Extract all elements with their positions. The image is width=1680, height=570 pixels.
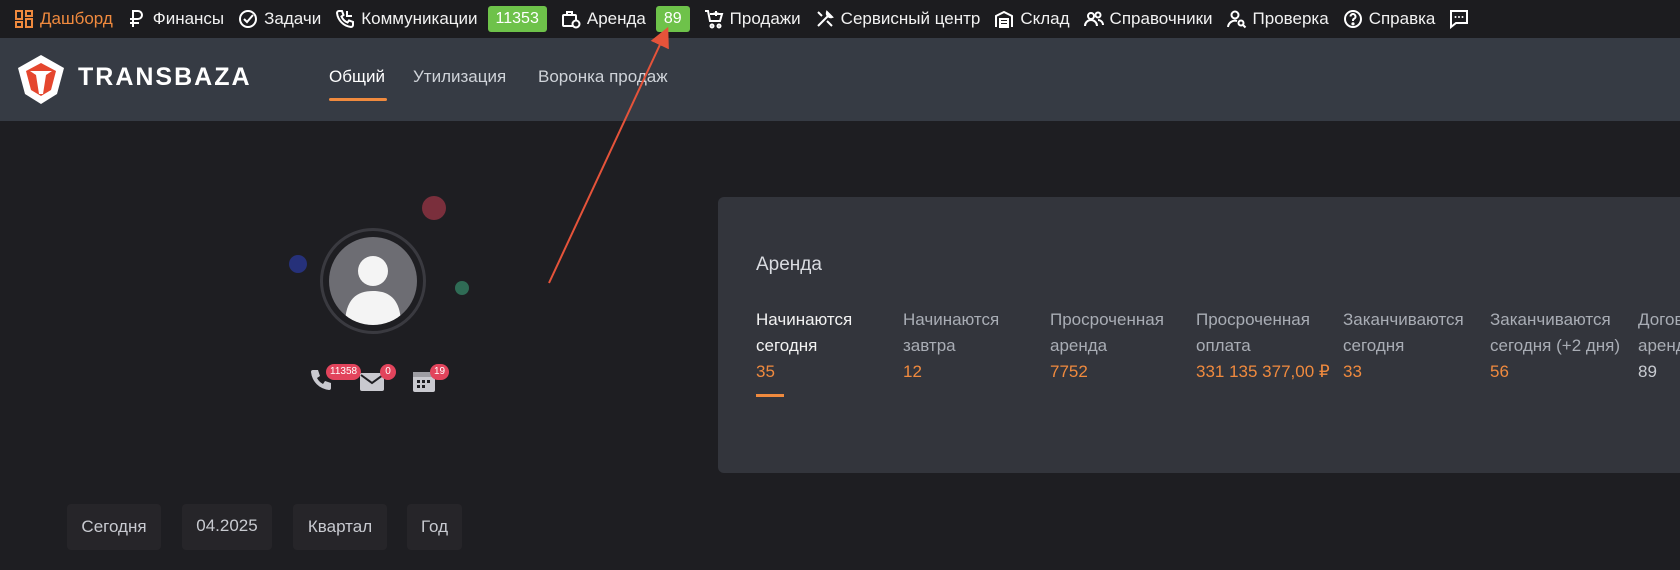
stat-label: Начинаются завтра xyxy=(903,310,1000,355)
nav-service-center[interactable]: Сервисный центр xyxy=(815,0,995,38)
stat-label: Начинаются сегодня xyxy=(756,310,853,355)
stat-starting-today[interactable]: Начинаются сегодня 35 xyxy=(756,307,902,385)
nav-label: Проверка xyxy=(1252,9,1329,28)
communications-count-badge: 11353 xyxy=(487,6,547,32)
warehouse-icon xyxy=(994,9,1014,29)
nav-label: Продажи xyxy=(729,9,801,28)
active-tab-indicator xyxy=(329,98,387,101)
user-silhouette-icon xyxy=(345,256,401,325)
nav-sales[interactable]: Продажи xyxy=(704,0,815,38)
dashboard-icon xyxy=(14,9,34,29)
help-circle-icon xyxy=(1343,9,1363,29)
nav-communications[interactable]: Коммуникации 11353 xyxy=(335,0,561,38)
active-stat-indicator xyxy=(756,394,784,397)
nav-label: Сервисный центр xyxy=(840,9,981,28)
stat-overdue-payment[interactable]: Просроченная оплата 331 135 377,00 ₽ xyxy=(1196,307,1346,385)
nav-help[interactable]: Справка xyxy=(1343,0,1450,38)
period-year-button[interactable]: Год xyxy=(407,504,462,550)
nav-dashboard[interactable]: Дашборд xyxy=(14,0,127,38)
period-quarter-button[interactable]: Квартал xyxy=(293,504,387,550)
nav-label: Коммуникации xyxy=(361,9,478,28)
check-circle-icon xyxy=(238,9,258,29)
nav-verification[interactable]: Проверка xyxy=(1226,0,1343,38)
nav-rental[interactable]: Аренда 89 xyxy=(561,0,704,38)
stat-contracts[interactable]: Догов аренд 89 xyxy=(1638,307,1680,385)
tab-sales-funnel[interactable]: Воронка продаж xyxy=(538,67,668,87)
brand-bar: TRANSBAZA Общий Утилизация Воронка прода… xyxy=(0,38,1680,121)
nav-chat[interactable] xyxy=(1449,0,1489,38)
stat-value: 7752 xyxy=(1050,362,1088,381)
stat-overdue-rental[interactable]: Просроченная аренда 7752 xyxy=(1050,307,1196,385)
stat-value: 33 xyxy=(1343,362,1362,381)
stat-starting-tomorrow[interactable]: Начинаются завтра 12 xyxy=(903,307,1049,385)
stat-ending-today-plus-2[interactable]: Заканчиваются сегодня (+2 дня) 56 xyxy=(1490,307,1640,385)
decorative-dot-green xyxy=(455,281,469,295)
top-navigation: Дашборд Финансы Задачи Коммуникации 1135… xyxy=(0,0,1680,38)
phone-call-icon xyxy=(335,9,355,29)
stat-value: 56 xyxy=(1490,362,1509,381)
period-today-button[interactable]: Сегодня xyxy=(67,504,161,550)
decorative-dot-red xyxy=(422,196,446,220)
calls-count-badge: 11358 xyxy=(326,364,362,380)
cart-icon xyxy=(704,9,724,29)
rental-count-badge: 89 xyxy=(655,6,690,32)
tab-general[interactable]: Общий xyxy=(329,67,385,87)
stat-value: 331 135 377,00 ₽ xyxy=(1196,362,1330,381)
nav-directories[interactable]: Справочники xyxy=(1083,0,1227,38)
user-search-icon xyxy=(1226,9,1247,29)
nav-label: Задачи xyxy=(264,9,322,28)
nav-label: Дашборд xyxy=(40,9,113,28)
chat-icon xyxy=(1449,9,1469,29)
transbaza-logo-icon[interactable] xyxy=(14,52,68,106)
nav-label: Аренда xyxy=(586,9,646,28)
stat-label: Просроченная оплата xyxy=(1196,310,1310,355)
ruble-icon xyxy=(127,9,147,29)
avatar[interactable] xyxy=(329,237,417,325)
briefcase-clock-icon xyxy=(561,9,581,29)
rental-summary-card: Аренда Начинаются сегодня 35 Начинаются … xyxy=(718,197,1680,473)
stat-label: Догов аренд xyxy=(1638,310,1680,355)
nav-warehouse[interactable]: Склад xyxy=(994,0,1083,38)
tab-utilization[interactable]: Утилизация xyxy=(413,67,506,87)
nav-tasks[interactable]: Задачи xyxy=(238,0,335,38)
stat-label: Заканчиваются сегодня (+2 дня) xyxy=(1490,310,1621,355)
card-title: Аренда xyxy=(756,254,822,275)
nav-label: Справка xyxy=(1368,9,1436,28)
nav-label: Склад xyxy=(1020,9,1070,28)
logo-text: TRANSBAZA xyxy=(78,63,252,91)
nav-label: Справочники xyxy=(1109,9,1213,28)
decorative-dot-blue xyxy=(289,255,307,273)
stat-label: Заканчиваются сегодня xyxy=(1343,310,1464,355)
stat-value: 35 xyxy=(756,362,775,381)
mail-count-badge: 0 xyxy=(380,364,396,380)
calendar-count-badge: 19 xyxy=(430,364,450,380)
tools-icon xyxy=(815,9,835,29)
users-icon xyxy=(1083,9,1104,29)
nav-label: Финансы xyxy=(152,9,225,28)
period-month-button[interactable]: 04.2025 xyxy=(182,504,272,550)
stat-label: Просроченная аренда xyxy=(1050,310,1164,355)
nav-finance[interactable]: Финансы xyxy=(127,0,238,38)
stat-ending-today[interactable]: Заканчиваются сегодня 33 xyxy=(1343,307,1481,385)
stat-value: 12 xyxy=(903,362,922,381)
stat-value: 89 xyxy=(1638,362,1657,381)
